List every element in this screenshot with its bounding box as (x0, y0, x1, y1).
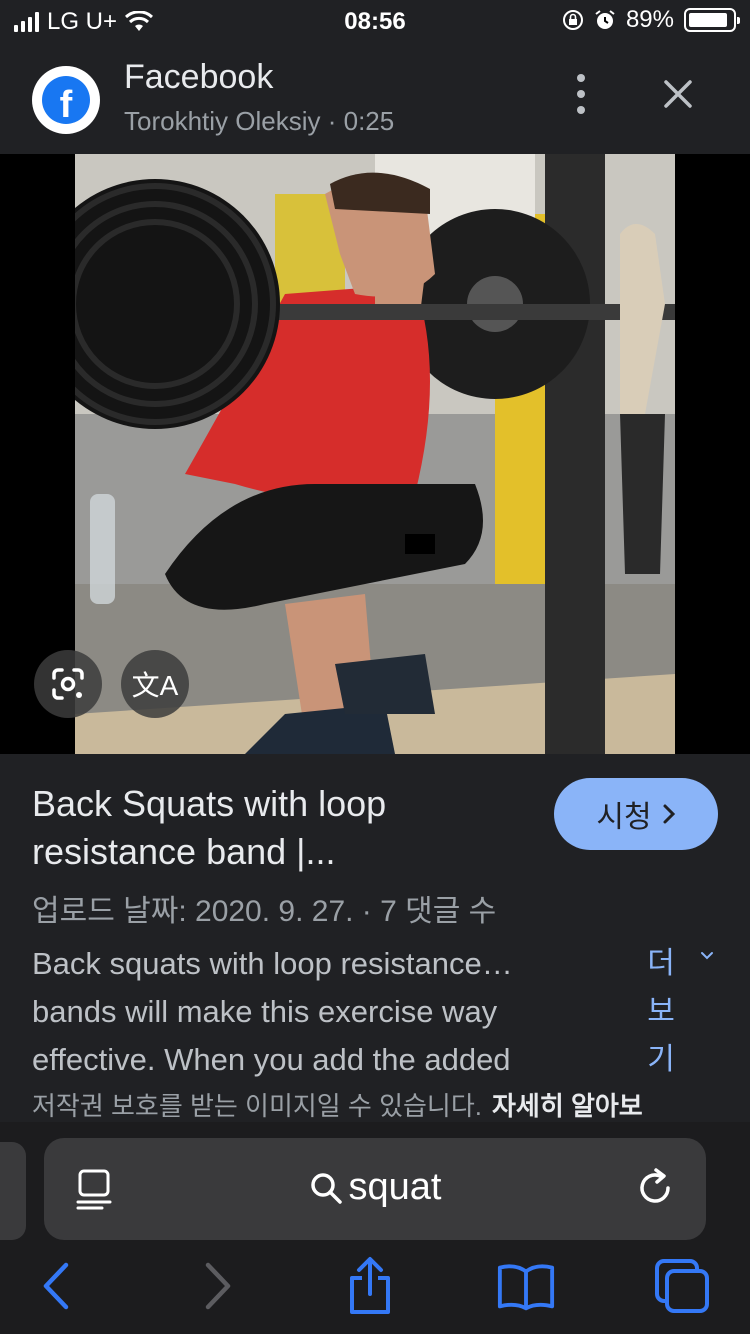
previous-tab-peek[interactable] (0, 1142, 26, 1240)
back-button[interactable] (26, 1256, 86, 1316)
battery-icon (684, 8, 740, 32)
result-title[interactable]: Back Squats with loop resistance band |.… (32, 780, 532, 876)
more-button[interactable]: 더보기 (646, 940, 676, 1084)
learn-more-link[interactable]: 자세히 알아보 (492, 1091, 643, 1121)
tabs-icon (655, 1259, 709, 1313)
status-right: 89% (562, 6, 740, 34)
forward-icon (205, 1262, 231, 1310)
translate-icon: 文A (131, 670, 179, 701)
lens-icon (52, 668, 84, 700)
chevron-down-icon[interactable] (698, 946, 716, 964)
more-vert-icon[interactable] (568, 74, 594, 114)
media-viewer[interactable]: 文A (0, 154, 750, 754)
address-bar[interactable]: squat (44, 1138, 706, 1240)
browser-toolbar: squat (0, 1122, 750, 1334)
watch-button[interactable]: 시청 (554, 778, 718, 850)
translate-button[interactable]: 文A (121, 650, 189, 718)
tabs-button[interactable] (652, 1256, 712, 1316)
source-name: Facebook (124, 58, 274, 96)
share-button[interactable] (340, 1256, 400, 1316)
reload-icon[interactable] (634, 1166, 678, 1210)
lock-rotation-icon (562, 10, 583, 30)
search-query[interactable]: squat (44, 1166, 706, 1209)
alarm-icon (595, 10, 615, 29)
upload-meta: 업로드 날짜: 2020. 9. 27. · 7 댓글 수 (32, 895, 497, 928)
share-icon (350, 1257, 390, 1314)
close-icon[interactable] (658, 74, 698, 114)
query-text: squat (348, 1166, 442, 1208)
result-header: f Facebook Torokhtiy Oleksiy · 0:25 (0, 44, 750, 154)
source-subtitle: Torokhtiy Oleksiy · 0:25 (124, 106, 395, 136)
search-icon (310, 1172, 342, 1204)
bookmarks-button[interactable] (496, 1256, 556, 1316)
forward-button[interactable] (188, 1256, 248, 1316)
bookmarks-icon (497, 1264, 555, 1311)
status-bar: LG U+ 08:56 89% (0, 0, 750, 40)
back-icon (43, 1262, 69, 1310)
lens-button[interactable] (34, 650, 102, 718)
result-description: Back squats with loop resistance… bands … (32, 946, 513, 1077)
copyright-text: 저작권 보호를 받는 이미지일 수 있습니다. (32, 1091, 482, 1121)
chevron-right-icon (663, 804, 675, 824)
battery-percent: 89% (625, 6, 674, 33)
copyright-notice: 저작권 보호를 받는 이미지일 수 있습니다. 자세히 알아보 (32, 1086, 643, 1123)
watch-label: 시청 (596, 801, 652, 834)
facebook-logo: f (32, 66, 100, 134)
